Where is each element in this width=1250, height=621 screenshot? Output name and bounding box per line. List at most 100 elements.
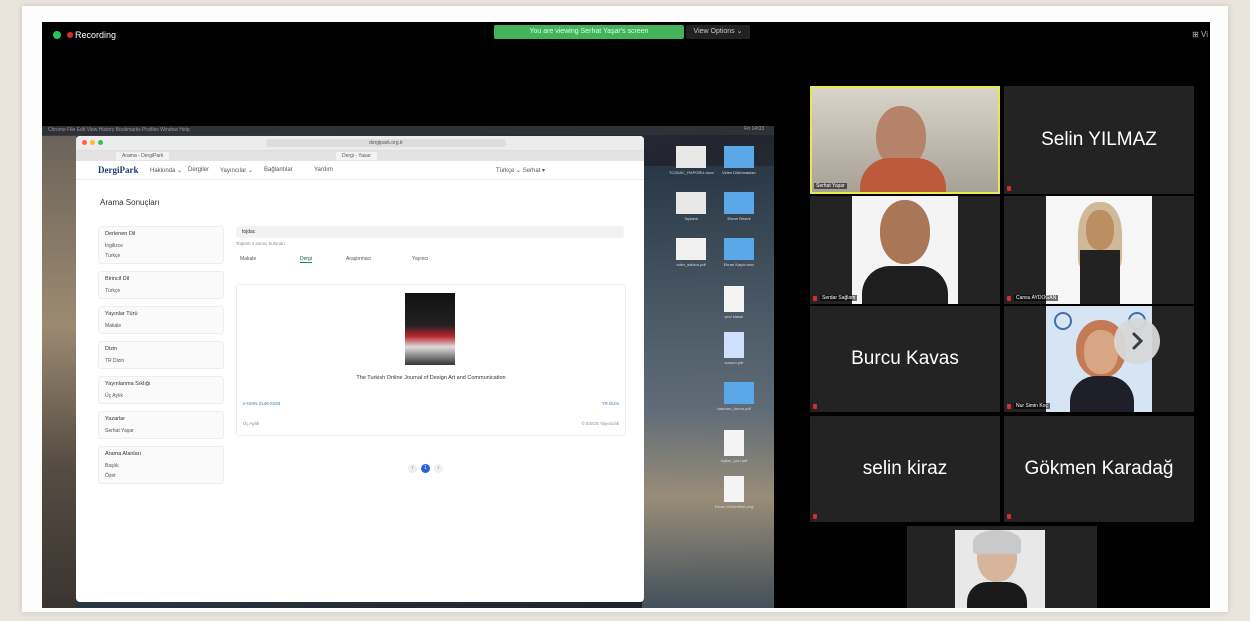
folder-icon[interactable] <box>724 238 754 260</box>
document-icon[interactable] <box>676 146 706 168</box>
view-options-button[interactable]: View Options ⌄ <box>686 25 750 39</box>
desktop-icon-label: tojdac_yazi.pdf <box>720 458 748 463</box>
minimize-window-icon[interactable] <box>90 140 95 145</box>
desktop-icon-label: Ekran Görüntüsü.png <box>714 504 754 509</box>
image-file-icon[interactable] <box>676 238 706 260</box>
browser-titlebar: dergipark.org.tr <box>76 136 644 151</box>
shared-screen: Chrome File Edit View History Bookmarks … <box>42 126 774 608</box>
close-window-icon[interactable] <box>82 140 87 145</box>
participant-tile-cansu[interactable]: Cansu AYDOĞAN <box>1004 196 1194 304</box>
filter-title: Dizin <box>105 346 118 352</box>
participant-tile-burcu[interactable]: Burcu Kavas <box>810 306 1000 412</box>
participant-tile-selin-yilmaz[interactable]: Selin YILMAZ <box>1004 86 1194 194</box>
desktop-icon-label: Ekran Resmi <box>727 216 751 221</box>
address-bar[interactable]: dergipark.org.tr <box>266 139 506 147</box>
next-page-button[interactable] <box>1114 318 1160 364</box>
nav-item[interactable]: Bağlantılar <box>264 167 293 173</box>
tab-arastirmaci[interactable]: Araştırmacı <box>346 256 372 262</box>
nav-item[interactable]: Yardım <box>314 167 333 173</box>
filter-title: Birincil Dil <box>105 276 130 282</box>
filter-option[interactable]: Özet <box>105 473 217 479</box>
filter-title: Yayınlar Türü <box>105 311 138 317</box>
zoom-top-bar: Recording You are viewing Serhat Yaşar's… <box>42 22 1210 48</box>
mac-menu-bar: Chrome File Edit View History Bookmarks … <box>42 126 774 135</box>
search-input[interactable]: tojdac <box>236 226 624 238</box>
filter-group[interactable]: Yayınlanma Sıklığı Üç Aylık <box>98 376 224 404</box>
participant-name: Gökmen Karadağ <box>1024 458 1174 479</box>
browser-tab[interactable]: Dergi - Yasar <box>336 152 377 160</box>
prev-page-icon[interactable]: ‹ <box>408 464 417 473</box>
participant-shirt <box>860 158 946 192</box>
journal-card[interactable]: The Turkish Online Journal of Design Art… <box>236 284 626 436</box>
filter-option[interactable]: Başlık <box>105 463 217 469</box>
participant-tile-extra[interactable] <box>907 526 1097 608</box>
tab-dergi[interactable]: Dergi <box>300 256 312 263</box>
filter-option[interactable]: İngilizce <box>105 243 217 249</box>
pdf-file-icon[interactable] <box>724 476 744 502</box>
participant-tile-selin-kiraz[interactable]: selin kiraz <box>810 416 1000 522</box>
filter-option[interactable]: Serhat Yaşar <box>105 428 217 434</box>
participant-name-label: Serhat Yaşar <box>814 183 847 189</box>
filter-group[interactable]: Birincil Dil Türkçe <box>98 271 224 299</box>
filter-group[interactable]: Derlenen Dil İngilizce Türkçe <box>98 226 224 264</box>
filter-group[interactable]: Dizin TR Dizin <box>98 341 224 369</box>
participant-face <box>880 200 930 264</box>
page-title: Arama Sonuçları <box>100 198 160 207</box>
filter-option[interactable]: Üç Aylık <box>105 393 217 399</box>
result-count: Toplam 1 sonuç bulundu <box>236 241 285 246</box>
muted-mic-icon <box>1007 404 1011 409</box>
results-panel: tojdac Toplam 1 sonuç bulundu Makale Der… <box>236 226 624 270</box>
participant-tile-serdar[interactable]: Serdar Sağlam <box>810 196 1000 304</box>
journal-title[interactable]: The Turkish Online Journal of Design Art… <box>237 375 625 381</box>
filter-title: Arama Alanları <box>105 451 142 457</box>
pdf-file-icon[interactable] <box>724 286 744 312</box>
nav-item[interactable]: Yayıncılar ⌄ <box>220 167 253 174</box>
participant-name: Selin YILMAZ <box>1041 129 1157 150</box>
participant-hair <box>973 530 1021 554</box>
nav-item[interactable]: Dergiler <box>188 167 209 173</box>
muted-mic-icon <box>813 296 817 301</box>
filter-option[interactable]: TR Dizin <box>105 358 217 364</box>
participant-tile-gokmen[interactable]: Gökmen Karadağ <box>1004 416 1194 522</box>
desktop-icon-label: yeni klasör <box>724 314 744 319</box>
participant-tile-nur[interactable]: Nur Simin Koç <box>1004 306 1194 412</box>
journal-issn: e-ISSN 2146-5193 <box>243 401 281 406</box>
tab-yayinci[interactable]: Yayıncı <box>412 256 428 262</box>
view-toggle-button[interactable]: ⊞ Vi <box>1192 30 1208 39</box>
filter-group[interactable]: Yayınlar Türü Makale <box>98 306 224 334</box>
folder-icon[interactable] <box>724 146 754 168</box>
filter-group[interactable]: Arama Alanları Başlık Özet <box>98 446 224 484</box>
video-file-icon[interactable] <box>724 332 744 358</box>
next-page-icon[interactable]: › <box>434 464 443 473</box>
nav-item[interactable]: Hakkında ⌄ <box>150 167 182 174</box>
muted-mic-icon <box>1007 186 1011 191</box>
result-tabs: Makale Dergi Araştırmacı Yayıncı <box>236 254 624 270</box>
filter-option[interactable]: Makale <box>105 323 217 329</box>
recording-label: Recording <box>75 30 117 40</box>
participant-shirt <box>862 266 948 304</box>
journal-cover[interactable] <box>405 293 455 365</box>
chevron-right-icon <box>1132 332 1144 350</box>
folder-icon[interactable] <box>724 192 754 214</box>
language-user-menu[interactable]: Türkçe ⌄ Serhat ▾ <box>496 167 545 174</box>
page-number[interactable]: 1 <box>421 464 430 473</box>
filter-option[interactable]: Türkçe <box>105 288 217 294</box>
filter-group[interactable]: Yazarlar Serhat Yaşar <box>98 411 224 439</box>
security-shield-icon[interactable] <box>53 31 61 39</box>
participant-tile-serhat[interactable]: Serhat Yaşar <box>810 86 1000 194</box>
screen-share-banner: You are viewing Serhat Yaşar's screen <box>494 25 684 39</box>
pdf-file-icon[interactable] <box>724 430 744 456</box>
participant-name: selin kiraz <box>862 458 948 479</box>
participant-shirt <box>967 582 1027 608</box>
filter-title: Yazarlar <box>105 416 126 422</box>
dergipark-logo[interactable]: DergiPark <box>98 165 139 175</box>
tab-makale[interactable]: Makale <box>240 256 256 262</box>
filter-option[interactable]: Türkçe <box>105 253 217 259</box>
desktop-icon-label: Toplantı <box>683 216 698 221</box>
maximize-window-icon[interactable] <box>98 140 103 145</box>
browser-tab[interactable]: Arama - DergiPark <box>116 152 170 160</box>
document-icon[interactable] <box>676 192 706 214</box>
journal-frequency: Üç Aylık <box>243 421 260 426</box>
participant-face <box>1084 330 1118 374</box>
folder-icon[interactable] <box>724 382 754 404</box>
